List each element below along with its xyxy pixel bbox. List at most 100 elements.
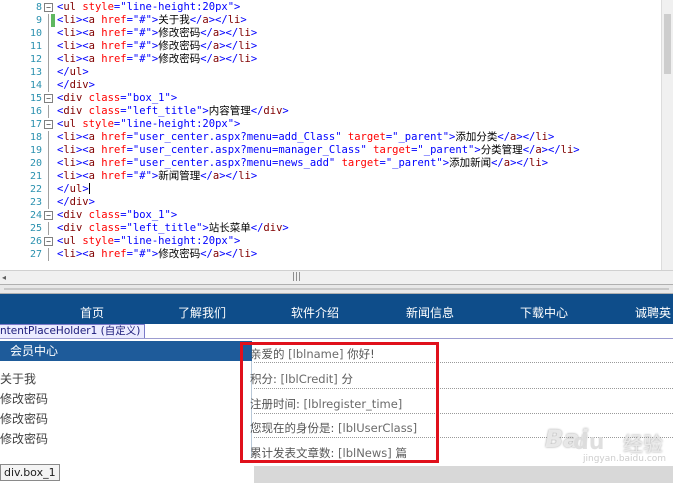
code-text[interactable]: <div class="box_1"> xyxy=(57,92,177,105)
code-line[interactable]: 8− <ul style="line-height:20px"> xyxy=(0,1,661,14)
code-token: target xyxy=(341,157,380,169)
code-line[interactable]: 23 </div> xyxy=(0,196,661,209)
code-text[interactable]: <li><a href="#">修改密码</a></li> xyxy=(57,27,257,40)
code-token: li xyxy=(63,27,76,39)
line-number: 20 xyxy=(29,158,42,169)
content-placeholder-tab[interactable]: ntentPlaceHolder1 (自定义) xyxy=(0,324,146,339)
code-line[interactable]: 12 <li><a href="#">修改密码</a></li> xyxy=(0,53,661,66)
code-editor[interactable]: 8− <ul style="line-height:20px"> 9 <li><a h… xyxy=(0,0,673,270)
fold-guide-line xyxy=(48,27,49,40)
scrollbar-grip[interactable]: ||| xyxy=(292,272,301,282)
code-token: </ xyxy=(200,248,213,260)
code-text[interactable]: <ul style="line-height:20px"> xyxy=(57,118,240,131)
nav-item-home[interactable]: 首页 xyxy=(80,304,104,321)
code-line[interactable]: 11 <li><a href="#">修改密码</a></li> xyxy=(0,40,661,53)
code-text[interactable]: </ul> xyxy=(57,66,89,79)
code-token: line-height:20px xyxy=(126,235,228,247)
code-text[interactable]: </ul> xyxy=(57,183,90,196)
code-text[interactable]: </div> xyxy=(57,196,95,209)
code-text[interactable]: <div class="left_title">内容管理</div> xyxy=(57,105,289,118)
element-tag-div-box1[interactable]: div.box_1 xyxy=(0,464,60,481)
code-token: li xyxy=(63,248,76,260)
vertical-scrollbar[interactable] xyxy=(661,0,673,270)
code-line[interactable]: 13 </ul> xyxy=(0,66,661,79)
fold-guide-line xyxy=(48,105,49,118)
nav-item-software[interactable]: 软件介绍 xyxy=(291,304,339,321)
code-text[interactable]: <div class="left_title">站长菜单</div> xyxy=(57,222,289,235)
code-line[interactable]: 22 </ul> xyxy=(0,183,661,196)
code-line[interactable]: 17− <ul style="line-height:20px"> xyxy=(0,118,661,131)
code-token: "> xyxy=(145,40,159,52)
red-highlight-box xyxy=(240,342,439,463)
code-line[interactable]: 10 <li><a href="#">修改密码</a></li> xyxy=(0,27,661,40)
code-line[interactable]: 9 <li><a href="#">关于我</a></li> xyxy=(0,14,661,27)
code-text[interactable]: <li><a href="#">修改密码</a></li> xyxy=(57,40,257,53)
fold-toggle-icon[interactable]: − xyxy=(44,3,53,12)
code-line[interactable]: 25 <div class="left_title">站长菜单</div> xyxy=(0,222,661,235)
fold-toggle-icon[interactable]: − xyxy=(44,94,53,103)
code-token: </ xyxy=(250,105,264,117)
code-text[interactable]: <li><a href="#">修改密码</a></li> xyxy=(57,248,257,261)
code-token: "> xyxy=(145,27,159,39)
code-text[interactable]: <li><a href="user_center.aspx?menu=add_C… xyxy=(57,131,554,144)
code-token: 修改密码 xyxy=(158,40,201,52)
nav-item-download[interactable]: 下载中心 xyxy=(520,304,568,321)
fold-toggle-icon[interactable]: − xyxy=(44,211,53,220)
line-number: 8 xyxy=(35,2,42,13)
code-token: </ xyxy=(522,144,536,156)
code-token: "> xyxy=(164,209,178,221)
code-text[interactable]: <li><a href="#">修改密码</a></li> xyxy=(57,53,257,66)
split-view-divider[interactable] xyxy=(0,284,673,294)
menu-link-change-password[interactable]: 修改密码 xyxy=(0,390,48,407)
scroll-left-icon[interactable]: ◂ xyxy=(2,273,6,282)
code-token: href xyxy=(101,53,127,65)
code-token: ></ xyxy=(219,53,239,65)
code-text[interactable]: </div> xyxy=(57,79,95,92)
code-line[interactable]: 20 <li><a href="user_center.aspx?menu=new… xyxy=(0,157,661,170)
fold-toggle-icon[interactable]: − xyxy=(44,237,53,246)
code-token: </ xyxy=(57,183,70,195)
menu-link-about-me[interactable]: 关于我 xyxy=(0,370,36,387)
fold-toggle-icon[interactable]: − xyxy=(44,120,53,129)
menu-link-change-password[interactable]: 修改密码 xyxy=(0,430,48,447)
code-text[interactable]: <li><a href="#">新闻管理</a></li> xyxy=(57,170,257,183)
code-token: ></ xyxy=(516,131,536,143)
code-token: 新闻管理 xyxy=(158,170,201,182)
code-token: " xyxy=(328,157,342,169)
code-token: target xyxy=(347,131,386,143)
nav-item-jobs[interactable]: 诚聘英 xyxy=(635,304,671,321)
horizontal-scrollbar[interactable]: ◂ ||| xyxy=(0,270,673,284)
code-token: href xyxy=(101,157,127,169)
line-number: 10 xyxy=(29,28,42,39)
code-line[interactable]: 16 <div class="left_title">内容管理</div> xyxy=(0,105,661,118)
code-token: div xyxy=(63,105,83,117)
code-line[interactable]: 24− <div class="box_1"> xyxy=(0,209,661,222)
code-text[interactable]: <li><a href="user_center.aspx?menu=manag… xyxy=(57,144,580,157)
code-text[interactable]: <ul style="line-height:20px"> xyxy=(57,1,240,14)
code-token: href xyxy=(101,40,127,52)
code-token: =" xyxy=(126,157,140,169)
code-line[interactable]: 18 <li><a href="user_center.aspx?menu=add… xyxy=(0,131,661,144)
vertical-scrollbar-thumb[interactable] xyxy=(664,14,671,74)
code-token: </ xyxy=(491,157,504,169)
code-line[interactable]: 14 </div> xyxy=(0,79,661,92)
code-line[interactable]: 15− <div class="box_1"> xyxy=(0,92,661,105)
nav-item-about[interactable]: 了解我们 xyxy=(178,304,226,321)
code-token: li xyxy=(238,170,251,182)
code-line[interactable]: 19 <li><a href="user_center.aspx?menu=man… xyxy=(0,144,661,157)
nav-item-news[interactable]: 新闻信息 xyxy=(406,304,454,321)
code-token: ></ xyxy=(219,27,239,39)
code-token: =" xyxy=(379,157,393,169)
code-line[interactable]: 26− <ul style="line-height:20px"> xyxy=(0,235,661,248)
code-text[interactable]: <li><a href="user_center.aspx?menu=news_… xyxy=(57,157,548,170)
code-line[interactable]: 27 <li><a href="#">修改密码</a></li> xyxy=(0,248,661,261)
code-token: "> xyxy=(145,14,159,26)
code-token: _parent xyxy=(423,144,469,156)
watermark-paw: du xyxy=(573,430,605,455)
code-token: href xyxy=(101,131,127,143)
code-text[interactable]: <li><a href="#">关于我</a></li> xyxy=(57,14,247,27)
code-line[interactable]: 21 <li><a href="#">新闻管理</a></li> xyxy=(0,170,661,183)
code-text[interactable]: <div class="box_1"> xyxy=(57,209,177,222)
menu-link-change-password[interactable]: 修改密码 xyxy=(0,410,48,427)
code-text[interactable]: <ul style="line-height:20px"> xyxy=(57,235,240,248)
